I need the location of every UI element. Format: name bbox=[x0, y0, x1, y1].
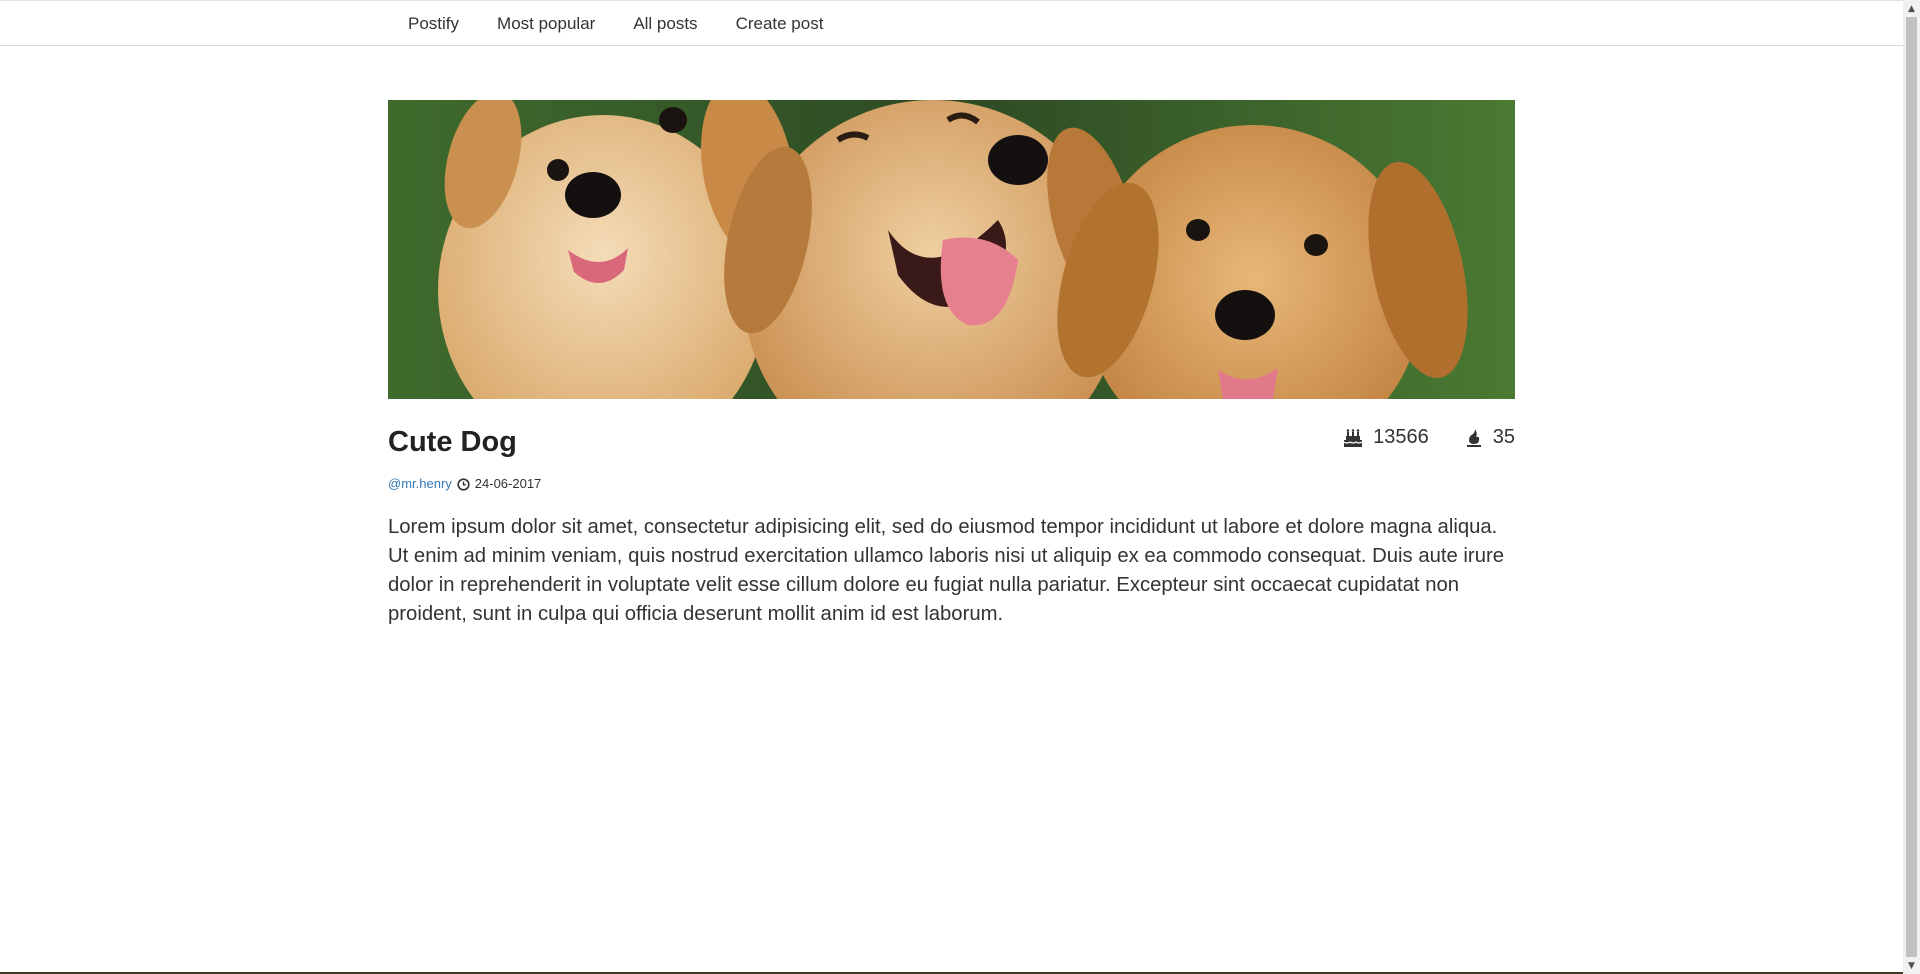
scroll-down-arrow-icon[interactable]: ▼ bbox=[1903, 957, 1920, 974]
page: Postify Most popular All posts Create po… bbox=[0, 0, 1920, 974]
birthday-cake-icon bbox=[1343, 428, 1363, 448]
post-stats: 13566 35 bbox=[1343, 426, 1515, 449]
puppies-illustration bbox=[388, 100, 1515, 399]
views-count: 13566 bbox=[1373, 426, 1429, 448]
scroll-thumb[interactable] bbox=[1906, 17, 1917, 957]
nav-all-posts[interactable]: All posts bbox=[614, 1, 716, 47]
post-title: Cute Dog bbox=[388, 426, 517, 458]
author-link[interactable]: @mr.henry bbox=[388, 475, 452, 493]
post-date: 24-06-2017 bbox=[474, 476, 542, 491]
fire-icon bbox=[1465, 428, 1483, 448]
top-navbar: Postify Most popular All posts Create po… bbox=[0, 0, 1903, 46]
likes-stat: 35 bbox=[1465, 426, 1515, 449]
nav-create-post[interactable]: Create post bbox=[717, 1, 843, 47]
likes-count: 35 bbox=[1492, 426, 1515, 448]
post-meta: @mr.henry 24-06-2017 bbox=[388, 475, 541, 493]
vertical-scrollbar[interactable]: ▲ ▼ bbox=[1903, 0, 1920, 974]
views-stat: 13566 bbox=[1343, 426, 1429, 449]
post-body: Lorem ipsum dolor sit amet, consectetur … bbox=[388, 516, 1505, 625]
nav-most-popular[interactable]: Most popular bbox=[478, 1, 614, 47]
scroll-up-arrow-icon[interactable]: ▲ bbox=[1903, 0, 1920, 17]
clock-icon bbox=[457, 477, 470, 491]
nav-brand-postify[interactable]: Postify bbox=[388, 1, 478, 47]
nav-links: Postify Most popular All posts Create po… bbox=[388, 1, 842, 47]
post-image bbox=[388, 100, 1515, 399]
